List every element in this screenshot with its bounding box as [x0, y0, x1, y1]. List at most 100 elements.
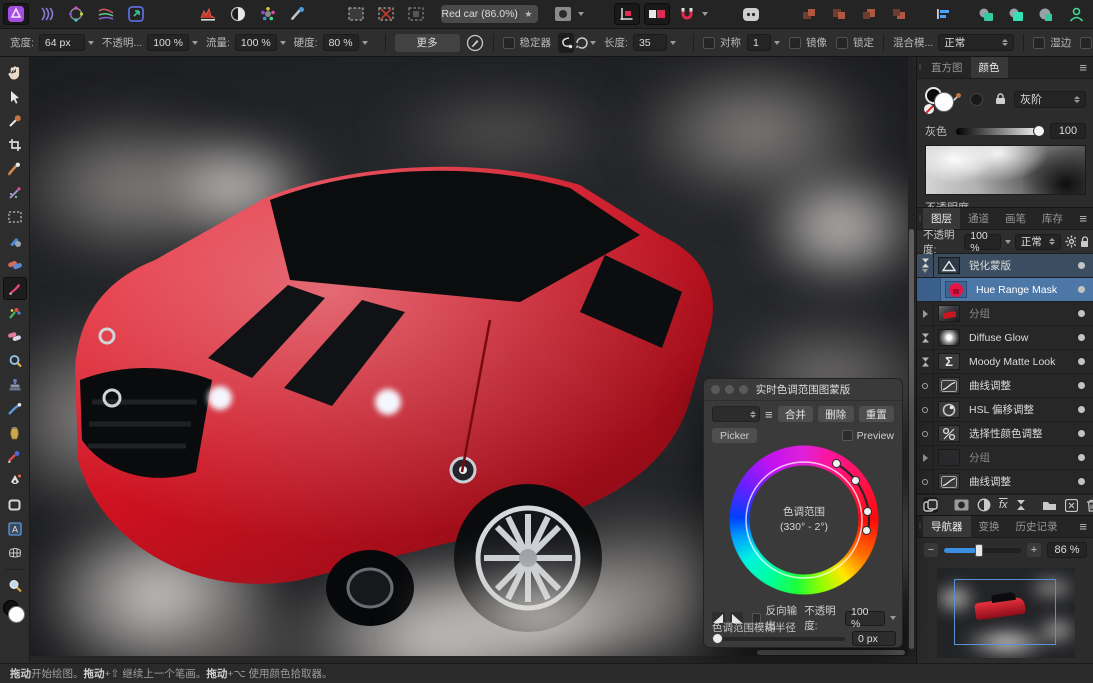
shape-tool-icon[interactable] — [3, 493, 27, 516]
zoom-slider[interactable] — [944, 548, 1021, 553]
dodge-burn-tool-icon[interactable] — [3, 325, 27, 348]
lock-icon[interactable] — [995, 93, 1006, 105]
layer-visibility-toggle[interactable] — [1078, 454, 1085, 461]
erase-tool-icon[interactable] — [3, 421, 27, 444]
clone-stamp-tool-icon[interactable] — [3, 373, 27, 396]
zoom-out-button[interactable]: − — [924, 543, 938, 557]
close-icon[interactable] — [711, 385, 720, 394]
lock-checkbox[interactable] — [836, 37, 848, 49]
healing-brush-tool-icon[interactable] — [3, 253, 27, 276]
auto-white-balance-icon[interactable] — [285, 3, 311, 25]
layer-lock-icon[interactable] — [1080, 236, 1088, 248]
blend-mode-select[interactable]: 正常 — [938, 34, 1014, 51]
develop-persona-icon[interactable] — [63, 3, 89, 25]
auto-contrast-icon[interactable] — [225, 3, 251, 25]
live-filter-icon[interactable] — [1016, 497, 1026, 513]
rope-stabilizer-icon[interactable] — [558, 33, 574, 53]
layers-blend-select[interactable]: 正常 — [1015, 234, 1061, 250]
alignment-icon[interactable] — [930, 3, 956, 25]
snapping-dropdown-chevron[interactable] — [702, 12, 708, 16]
symmetry-checkbox[interactable] — [703, 37, 715, 49]
group-layers-icon[interactable] — [1042, 497, 1057, 513]
tab-channels[interactable]: 通道 — [960, 208, 997, 229]
mesh-warp-tool-icon[interactable] — [3, 541, 27, 564]
tab-brushes[interactable]: 画笔 — [997, 208, 1034, 229]
window-stabilizer-icon[interactable] — [574, 33, 590, 53]
layer-row[interactable]: Σ Moody Matte Look — [917, 350, 1093, 374]
navigator-thumbnail[interactable] — [937, 568, 1075, 658]
delete-button[interactable]: 删除 — [818, 406, 853, 422]
panel-menu-icon[interactable]: ≡ — [1072, 57, 1093, 78]
mask-icon[interactable] — [550, 3, 576, 25]
auto-colours-icon[interactable] — [255, 3, 281, 25]
layer-visibility-toggle[interactable] — [1078, 334, 1085, 341]
edit-all-layers-icon[interactable] — [923, 497, 938, 513]
adjustment-layer-icon[interactable] — [977, 497, 991, 513]
merge-button[interactable]: 合并 — [778, 406, 813, 422]
picker-button[interactable]: Picker — [712, 428, 757, 443]
export-persona-icon[interactable] — [123, 3, 149, 25]
account-icon[interactable] — [1064, 3, 1090, 25]
assistant-icon[interactable] — [738, 3, 764, 25]
layer-effects-icon[interactable]: fx — [999, 497, 1008, 513]
arrange-to-front-icon[interactable] — [796, 3, 822, 25]
mask-layer-icon[interactable] — [954, 497, 969, 513]
blur-radius-value[interactable]: 0 px — [852, 631, 896, 646]
pixel-tool-icon[interactable] — [3, 229, 27, 252]
layer-row[interactable]: 曲线调整 — [917, 470, 1093, 494]
vertical-scrollbar[interactable] — [908, 57, 915, 656]
colour-model-select[interactable]: 灰阶 — [1014, 91, 1086, 108]
zoom-in-button[interactable]: + — [1027, 543, 1041, 557]
layer-visibility-toggle[interactable] — [1078, 478, 1085, 485]
layer-row[interactable]: 分组 — [917, 446, 1093, 470]
deselect-icon[interactable] — [373, 3, 399, 25]
layer-visibility-toggle[interactable] — [1078, 406, 1085, 413]
zoom-value[interactable]: 86 % — [1047, 542, 1087, 558]
zoom-tool-icon[interactable] — [3, 574, 27, 597]
view-tool-icon[interactable] — [3, 61, 27, 84]
dialog-opacity-field[interactable]: 100 % — [845, 611, 885, 626]
boolean-add-icon[interactable] — [974, 3, 1000, 25]
minimize-icon[interactable] — [725, 385, 734, 394]
layer-visibility-toggle[interactable] — [1078, 358, 1085, 365]
width-field[interactable]: 64 px — [39, 34, 85, 51]
invert-selection-icon[interactable] — [403, 3, 429, 25]
select-all-icon[interactable] — [343, 3, 369, 25]
layer-visibility-toggle[interactable] — [1078, 310, 1085, 317]
tab-history[interactable]: 历史记录 — [1008, 516, 1066, 537]
tab-navigator[interactable]: 导航器 — [923, 516, 971, 537]
length-field[interactable]: 35 — [633, 34, 667, 51]
smudge-tool-icon[interactable] — [3, 397, 27, 420]
opacity-field[interactable]: 100 % — [147, 34, 189, 51]
boolean-intersect-icon[interactable] — [1034, 3, 1060, 25]
arrange-to-back-icon[interactable] — [886, 3, 912, 25]
layer-visibility-toggle[interactable] — [1078, 430, 1085, 437]
foreground-swatch[interactable] — [934, 92, 954, 112]
dialog-titlebar[interactable]: 实时色调范围图蒙版 — [704, 379, 902, 401]
brush-editor-icon[interactable] — [466, 33, 484, 53]
paint-brush-tool-icon[interactable] — [3, 277, 27, 300]
stabilizer-checkbox[interactable] — [503, 37, 515, 49]
layer-row[interactable]: HSL 偏移调整 — [917, 398, 1093, 422]
snapping-icon[interactable] — [674, 3, 700, 25]
tab-colour[interactable]: 颜色 — [971, 57, 1008, 78]
layer-settings-gear-icon[interactable] — [1065, 235, 1076, 248]
hardness-field[interactable]: 80 % — [323, 34, 359, 51]
tone-mapping-persona-icon[interactable] — [93, 3, 119, 25]
marquee-select-tool-icon[interactable] — [3, 205, 27, 228]
foreground-colour-swatch[interactable] — [8, 606, 25, 623]
reset-button[interactable]: 重置 — [859, 406, 894, 422]
colour-wells[interactable] — [3, 600, 27, 626]
symmetry-count-field[interactable]: 1 — [747, 34, 771, 51]
delete-layer-icon[interactable] — [1086, 497, 1093, 513]
protect-alpha-checkbox[interactable] — [1080, 37, 1092, 49]
wet-edges-checkbox[interactable] — [1033, 37, 1045, 49]
horizontal-scrollbar[interactable] — [30, 649, 908, 656]
preview-checkbox[interactable] — [842, 430, 853, 441]
layer-visibility-toggle[interactable] — [1078, 286, 1085, 293]
force-pixel-alignment-icon[interactable] — [614, 3, 640, 25]
tab-histogram[interactable]: 直方图 — [923, 57, 971, 78]
layer-row[interactable]: 选择性颜色调整 — [917, 422, 1093, 446]
zoom-window-icon[interactable] — [739, 385, 748, 394]
new-layer-icon[interactable] — [1065, 497, 1078, 513]
